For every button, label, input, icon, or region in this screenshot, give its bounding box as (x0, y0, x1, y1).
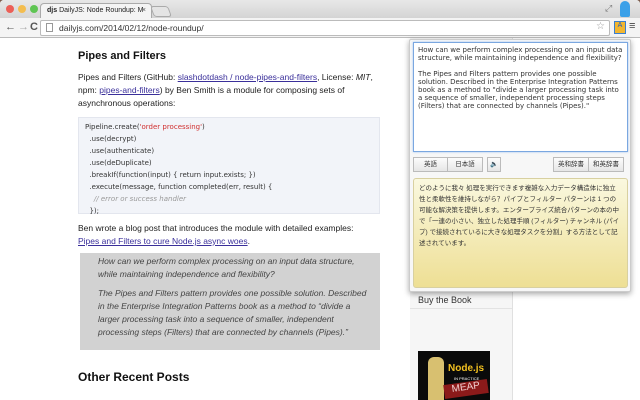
code-block: Pipeline.create('order processing') .use… (78, 117, 380, 215)
menu-icon[interactable]: ≡ (629, 20, 635, 32)
license: MIT (355, 72, 371, 82)
ja-en-dictionary-button[interactable]: 和英辞書 (588, 157, 624, 172)
blockquote: How can we perform complex processing on… (80, 253, 380, 350)
text: , License: (317, 72, 356, 82)
code-line: .use(deDuplicate) (85, 159, 152, 167)
back-icon[interactable]: ← (5, 21, 16, 33)
tab-title: DailyJS: Node Roundup: M (59, 7, 144, 14)
address-bar[interactable]: dailyjs.com/2014/02/12/node-roundup/ ☆ (40, 20, 610, 36)
close-window-button[interactable] (6, 5, 14, 13)
text: Pipes and Filters (GitHub: (78, 72, 178, 82)
meap-badge: MEAP (443, 379, 489, 399)
section-heading: Pipes and Filters (78, 50, 167, 62)
code-line: }); (85, 207, 99, 215)
npm-link[interactable]: pipes-and-filters (99, 85, 159, 95)
page-icon (46, 23, 53, 32)
forward-icon[interactable]: → (18, 21, 29, 33)
tab-close-icon[interactable]: × (142, 7, 146, 14)
speak-button[interactable]: 🔈 (487, 157, 501, 172)
quote-paragraph: The Pipes and Filters pattern provides o… (98, 288, 367, 337)
buy-book-heading: Buy the Book (410, 291, 512, 309)
github-link[interactable]: slashdotdash / node-pipes-and-filters (178, 72, 317, 82)
favicon: djs (47, 7, 58, 14)
source-text-area[interactable]: How can we perform complex processing on… (413, 42, 628, 152)
code-line: .use(decrypt) (85, 135, 137, 143)
code-line: .breakIf(function(input) { return input.… (85, 171, 256, 179)
title-bar: djs DailyJS: Node Roundup: M × ⤢ (0, 0, 640, 18)
profile-avatar-icon[interactable] (620, 1, 630, 17)
translator-popup: How can we perform complex processing on… (409, 39, 631, 292)
blog-post-link[interactable]: Pipes and Filters to cure Node.js async … (78, 236, 248, 246)
new-tab-button[interactable] (149, 6, 173, 17)
text: Ben wrote a blog post that introduces th… (78, 223, 354, 233)
other-posts-heading: Other Recent Posts (78, 370, 190, 384)
intro-paragraph: Pipes and Filters (GitHub: slashdotdash … (78, 71, 378, 110)
translator-extension-icon[interactable]: A (614, 21, 626, 34)
book-figure (428, 357, 444, 400)
code-comment: // error or success handler (85, 195, 187, 203)
translation-output: どのように我々 処理を実行できます複雑な入力データ構造体に独立性と柔軟性を維持し… (413, 178, 628, 288)
code-line: .execute(message, function completed(err… (85, 183, 273, 191)
book-title: Node.js (448, 363, 485, 374)
reload-icon[interactable]: C (30, 21, 38, 33)
book-cover-image[interactable]: Node.js IN PRACTICE MEAP (418, 351, 490, 400)
code-string: 'order processing' (139, 123, 203, 131)
quote-paragraph: How can we perform complex processing on… (98, 256, 355, 279)
fullscreen-icon[interactable]: ⤢ (605, 3, 612, 14)
followup-paragraph: Ben wrote a blog post that introduces th… (78, 223, 354, 246)
browser-window: djs DailyJS: Node Roundup: M × ⤢ ← → C da… (0, 0, 640, 400)
url-text: dailyjs.com/2014/02/12/node-roundup/ (59, 23, 204, 33)
code: Pipeline.create( (85, 123, 140, 131)
code-line: .use(authenticate) (85, 147, 155, 155)
toolbar: ← → C dailyjs.com/2014/02/12/node-roundu… (0, 18, 640, 38)
bookmark-star-icon[interactable]: ☆ (596, 21, 605, 32)
minimize-window-button[interactable] (18, 5, 26, 13)
en-ja-dictionary-button[interactable]: 英和辞書 (553, 157, 589, 172)
code: ) (202, 123, 205, 131)
japanese-button[interactable]: 日本語 (447, 157, 483, 172)
tab-dailyjs[interactable]: djs DailyJS: Node Roundup: M × (40, 3, 152, 18)
zoom-window-button[interactable] (30, 5, 38, 13)
english-button[interactable]: 英語 (413, 157, 448, 172)
